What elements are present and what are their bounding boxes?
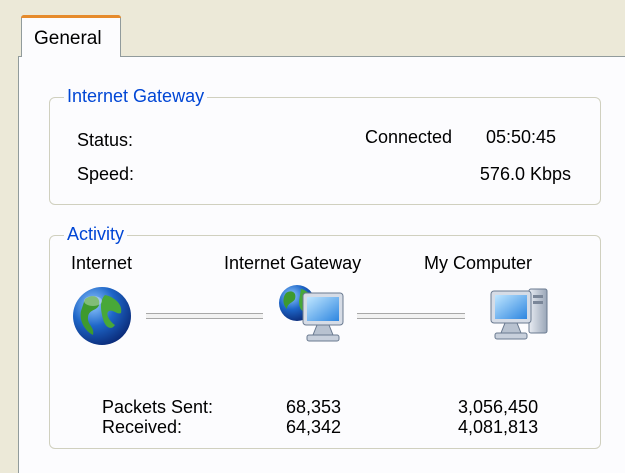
globe-icon <box>73 287 131 345</box>
computer-icon <box>490 288 548 340</box>
gateway-computer-icon <box>279 285 344 342</box>
status-value: Connected <box>365 127 453 147</box>
activity-group-title: Activity <box>64 224 128 245</box>
computer-packets-sent: 3,056,450 <box>458 397 539 417</box>
gateway-label: Internet Gateway <box>224 253 362 273</box>
status-label: Status: <box>77 130 134 150</box>
internet-gateway-link-line <box>146 313 263 319</box>
packets-sent-label: Packets Sent: <box>102 397 214 417</box>
tab-general[interactable]: General <box>21 15 121 57</box>
gateway-packets-received: 64,342 <box>286 417 342 437</box>
internet-gateway-group-title: Internet Gateway <box>64 86 208 107</box>
tab-panel: Internet Gateway Status: Connected 05:50… <box>18 56 625 473</box>
speed-value: 576.0 Kbps <box>479 164 571 184</box>
internet-label: Internet <box>71 253 133 273</box>
computer-packets-received: 4,081,813 <box>458 417 539 437</box>
gateway-computer-link-line <box>357 313 465 319</box>
tab-general-label: General <box>34 28 102 49</box>
received-label: Received: <box>102 417 183 437</box>
connection-duration: 05:50:45 <box>486 127 557 147</box>
my-computer-label: My Computer <box>424 253 533 273</box>
internet-gateway-group: Internet Gateway <box>49 86 601 205</box>
gateway-packets-sent: 68,353 <box>286 397 342 417</box>
speed-label: Speed: <box>77 164 135 184</box>
